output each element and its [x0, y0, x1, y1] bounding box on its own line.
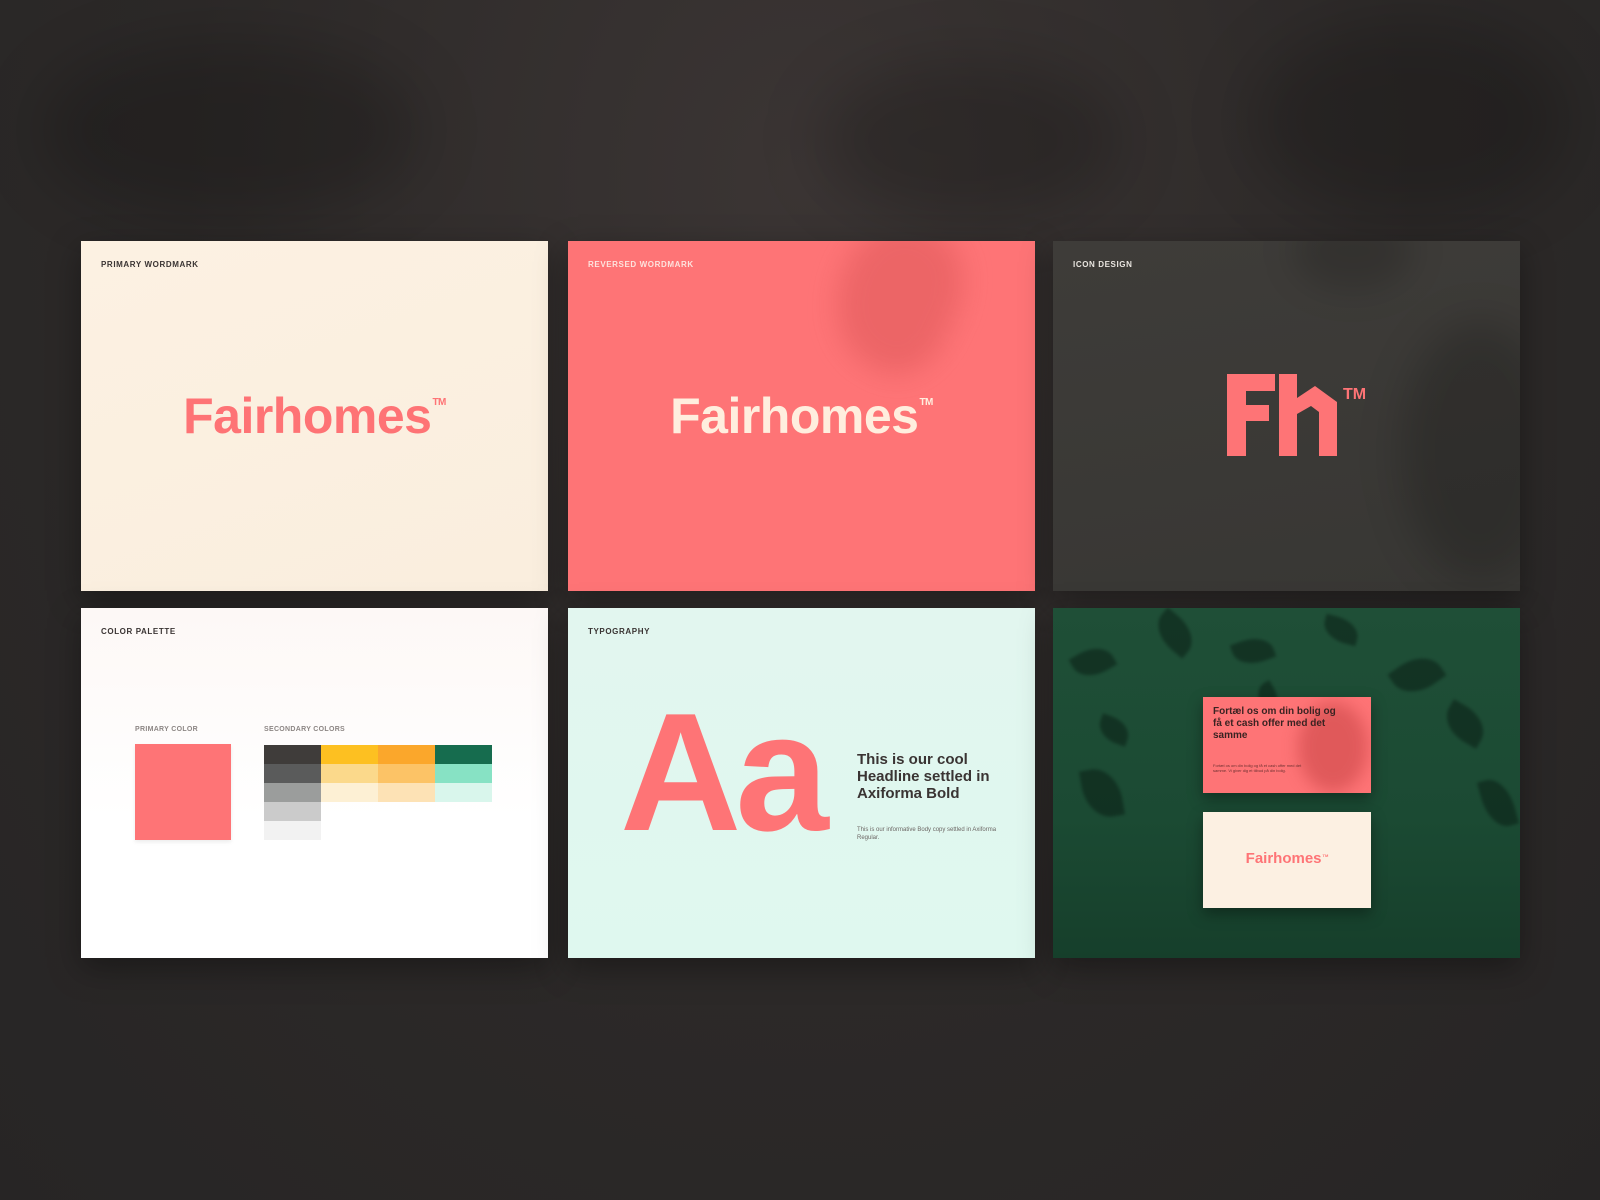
trademark-symbol: TM	[1343, 386, 1367, 403]
leaf-shadow	[1148, 608, 1202, 659]
card-label: TYPOGRAPHY	[588, 627, 651, 636]
shadow	[1400, 321, 1520, 581]
shadow	[1293, 241, 1413, 291]
leaf-shadow	[1068, 639, 1118, 685]
leaf-shadow	[1437, 699, 1493, 749]
background-shadow	[820, 60, 1120, 220]
headline-sample: This is our cool Headline settled in Axi…	[857, 751, 990, 802]
reversed-wordmark-card: REVERSED WORDMARK FairhomesTM	[568, 241, 1035, 591]
leaf-shadow	[1078, 765, 1126, 821]
color-swatch	[378, 783, 435, 802]
brand-mockup-card: Fortæl os om din bolig og få et cash off…	[1053, 608, 1520, 958]
leaf-shadow	[1094, 713, 1134, 747]
fairhomes-wordmark: FairhomesTM	[81, 387, 548, 445]
leaf-shadow	[811, 241, 985, 390]
icon-design-card: ICON DESIGN TM	[1053, 241, 1520, 591]
background-shadow	[40, 40, 420, 220]
wordmark-text: Fairhomes	[1245, 850, 1322, 867]
color-swatch	[378, 764, 435, 783]
promo-headline: Fortæl os om din bolig og få et cash off…	[1213, 706, 1336, 741]
color-swatch	[264, 821, 321, 840]
secondary-colors-label: SECONDARY COLORS	[264, 726, 346, 733]
leaf-shadow	[1477, 774, 1519, 832]
color-swatch	[264, 745, 321, 764]
card-label: PRIMARY WORDMARK	[101, 260, 199, 269]
primary-color-swatch	[135, 744, 231, 840]
color-swatch	[264, 783, 321, 802]
business-card: FairhomesTM	[1203, 812, 1371, 908]
wordmark-text: Fairhomes	[670, 388, 919, 444]
card-label: ICON DESIGN	[1073, 260, 1133, 269]
promo-body: Fortæl os om din bolig og få et cash off…	[1213, 763, 1302, 773]
card-label: COLOR PALETTE	[101, 627, 176, 636]
trademark-symbol: TM	[919, 397, 933, 408]
color-swatch	[264, 802, 321, 821]
trademark-symbol: TM	[432, 397, 446, 408]
fh-logo-icon	[1227, 374, 1337, 456]
primary-wordmark-card: PRIMARY WORDMARK FairhomesTM	[81, 241, 548, 591]
card-label: REVERSED WORDMARK	[588, 260, 694, 269]
body-copy-sample: This is our informative Body copy settle…	[857, 827, 997, 841]
promo-card: Fortæl os om din bolig og få et cash off…	[1203, 697, 1371, 793]
primary-color-label: PRIMARY COLOR	[135, 726, 199, 733]
wordmark-text: Fairhomes	[183, 388, 432, 444]
color-swatch	[378, 745, 435, 764]
fairhomes-wordmark-small: FairhomesTM	[1203, 850, 1371, 867]
color-swatch	[321, 783, 378, 802]
color-palette-card: COLOR PALETTE PRIMARY COLOR SECONDARY CO…	[81, 608, 548, 958]
color-swatch	[321, 745, 378, 764]
fh-monogram-icon: TM	[1227, 374, 1366, 456]
color-swatch	[435, 783, 492, 802]
fairhomes-wordmark-reversed: FairhomesTM	[568, 387, 1035, 445]
typography-card: TYPOGRAPHY Aa This is our cool Headline …	[568, 608, 1035, 958]
leaf-shadow	[1320, 613, 1362, 647]
color-swatch	[321, 764, 378, 783]
trademark-symbol: TM	[1322, 853, 1329, 858]
background-shadow	[1250, 20, 1570, 220]
type-specimen: Aa	[620, 678, 829, 866]
color-swatch	[435, 745, 492, 764]
leaf-shadow	[1229, 631, 1277, 671]
color-swatch	[435, 764, 492, 783]
leaf-shadow	[1387, 647, 1447, 703]
color-swatch	[264, 764, 321, 783]
